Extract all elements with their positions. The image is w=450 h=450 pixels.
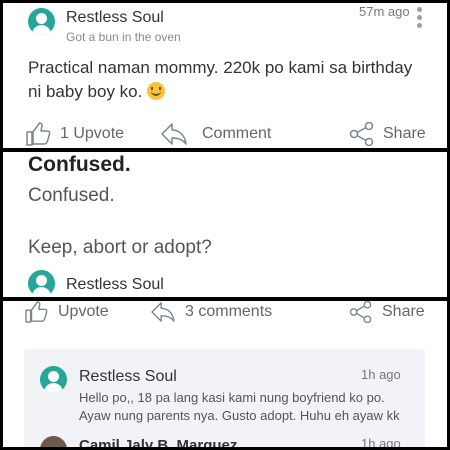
thumbs-up-icon [25,301,48,323]
author-name[interactable]: Restless Soul [66,9,164,27]
reply-body: Hello po,, 18 pa lang kasi kami nung boy… [79,389,419,425]
comment-arrow-icon [161,123,187,145]
comment-label: Comment [202,125,272,142]
reply-line-1: Hello po,, 18 pa lang kasi kami nung boy… [79,390,385,405]
smiling-face-icon [147,82,166,100]
post-card: Restless Soul Got a bun in the oven 57m … [3,3,447,148]
post-body: Practical naman mommy. 220k po kami sa b… [28,56,438,104]
avatar[interactable] [40,366,67,393]
thumbs-up-icon [26,122,51,146]
comment-button[interactable]: Comment [160,122,271,146]
avatar[interactable] [40,436,67,447]
comments-label: 3 comments [185,303,273,320]
share-label: Share [382,303,425,320]
upvote-button[interactable]: Upvote [24,301,109,323]
thread-card: Upvote 3 comments Share Restless Soul 1h… [3,301,447,447]
comment-arrow-icon [151,302,175,322]
avatar[interactable] [28,8,55,35]
next-reply-time: 1h ago [361,436,401,447]
question-author[interactable]: Restless Soul [66,276,164,294]
share-button[interactable]: Share [348,301,425,323]
kebab-menu-icon[interactable] [417,7,423,31]
share-icon [349,122,374,146]
question-body-2: Keep, abort or adopt? [28,237,212,258]
question-title: Confused. [28,153,131,176]
comment-thread: Restless Soul 1h ago Hello po,, 18 pa la… [24,349,425,447]
post-body-line-2: ni baby boy ko. [28,82,143,101]
share-icon [349,301,372,323]
post-body-line-1: Practical naman mommy. 220k po kami sa b… [28,58,413,77]
reply-line-2: Ayaw nung parents nya. Gusto adopt. Huhu… [79,408,400,423]
share-label: Share [383,125,426,142]
upvote-button[interactable]: 1 Upvote [26,122,124,146]
upvote-label: 1 Upvote [60,125,125,142]
question-card: Confused. Confused. Keep, abort or adopt… [3,152,447,297]
upvote-label: Upvote [58,303,109,320]
question-body: Confused. [28,185,115,206]
post-time: 57m ago [359,4,410,19]
share-button[interactable]: Share [349,122,426,146]
reply-author[interactable]: Restless Soul [79,368,177,386]
author-subtitle: Got a bun in the oven [66,30,181,44]
next-reply-author[interactable]: Camil Jaly B. Marquez [79,437,237,447]
avatar[interactable] [28,270,55,297]
comments-button[interactable]: 3 comments [149,301,272,323]
reply-time: 1h ago [361,367,401,382]
